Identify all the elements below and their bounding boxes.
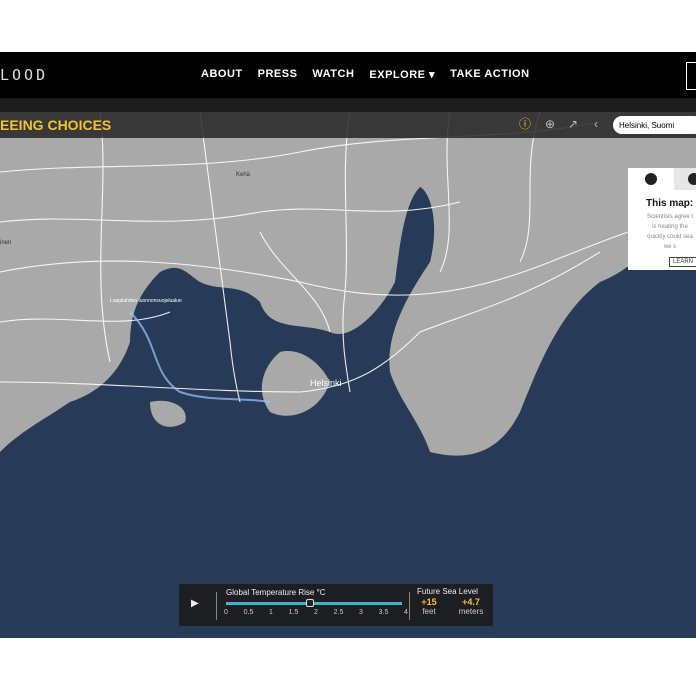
nav-press[interactable]: PRESS	[258, 68, 298, 81]
land	[0, 112, 696, 456]
nav-button[interactable]	[686, 62, 696, 90]
meters-value: +4.7	[462, 597, 480, 607]
feet-unit: feet	[422, 607, 436, 616]
nav-watch[interactable]: WATCH	[312, 68, 354, 81]
play-icon[interactable]: ▶	[191, 598, 199, 609]
city-label: Helsinki	[310, 378, 342, 388]
park-label: Laajalahden luonnonsuojelualue	[110, 298, 182, 304]
tick-label: 1	[269, 609, 273, 616]
sea-level-label: Future Sea Level	[417, 587, 478, 596]
tab-second[interactable]	[674, 168, 696, 190]
slider-handle[interactable]	[305, 599, 314, 607]
download-icon[interactable]: ⊕	[543, 117, 557, 131]
tick-label: 0.5	[243, 609, 254, 616]
tab-icon	[688, 173, 696, 185]
info-icon[interactable]: ⓘ	[518, 117, 532, 131]
nav-about[interactable]: ABOUT	[201, 68, 243, 81]
top-nav: LOOD ABOUT PRESS WATCH EXPLORE ▾ TAKE AC…	[0, 52, 696, 98]
tick-label: 1.5	[288, 609, 299, 616]
island	[150, 400, 186, 427]
meters-unit: meters	[458, 607, 484, 616]
temperature-control: ▶ Global Temperature Rise °C 0 0.5 1 1.5 2 2.…	[179, 584, 493, 626]
tab-sea-level[interactable]	[628, 168, 674, 190]
info-card: This map: S Scientists agree t is heatin…	[628, 168, 696, 270]
feet-value: +15	[421, 597, 437, 607]
logo[interactable]: LOOD	[0, 66, 48, 84]
nav-explore[interactable]: EXPLORE ▾	[369, 68, 435, 81]
divider	[409, 592, 410, 620]
divider	[0, 98, 696, 112]
card-body: Scientists agree t is heating the quickl…	[646, 214, 694, 250]
share-icon[interactable]: ‹	[589, 117, 603, 131]
learn-more-button[interactable]: LEARN	[669, 257, 696, 267]
map[interactable]: Helsinki Kehä inen Laajalahden luonnonsu…	[0, 112, 696, 638]
wave-icon	[645, 173, 657, 185]
tick-label: 4	[404, 609, 408, 616]
tick-label: 3.5	[378, 609, 389, 616]
tick-label: 2	[314, 609, 318, 616]
search-input[interactable]	[613, 116, 696, 134]
nav-take-action[interactable]: TAKE ACTION	[450, 68, 529, 81]
page-title: EEING CHOICES	[0, 117, 112, 133]
tick-label: 2.5	[333, 609, 344, 616]
road-label: Kehä	[236, 172, 251, 178]
tick-label: 3	[359, 609, 363, 616]
toolbar: EEING CHOICES ⓘ ⊕ ↗ ‹	[0, 112, 696, 138]
place-label: inen	[0, 240, 12, 246]
slider-ticks: 0 0.5 1 1.5 2 2.5 3 3.5 4	[224, 609, 408, 619]
temp-slider[interactable]	[226, 602, 402, 605]
temp-label: Global Temperature Rise °C	[226, 588, 326, 597]
external-link-icon[interactable]: ↗	[566, 117, 580, 131]
card-title: This map: S	[646, 198, 696, 209]
tick-label: 0	[224, 609, 228, 616]
divider	[216, 592, 217, 620]
